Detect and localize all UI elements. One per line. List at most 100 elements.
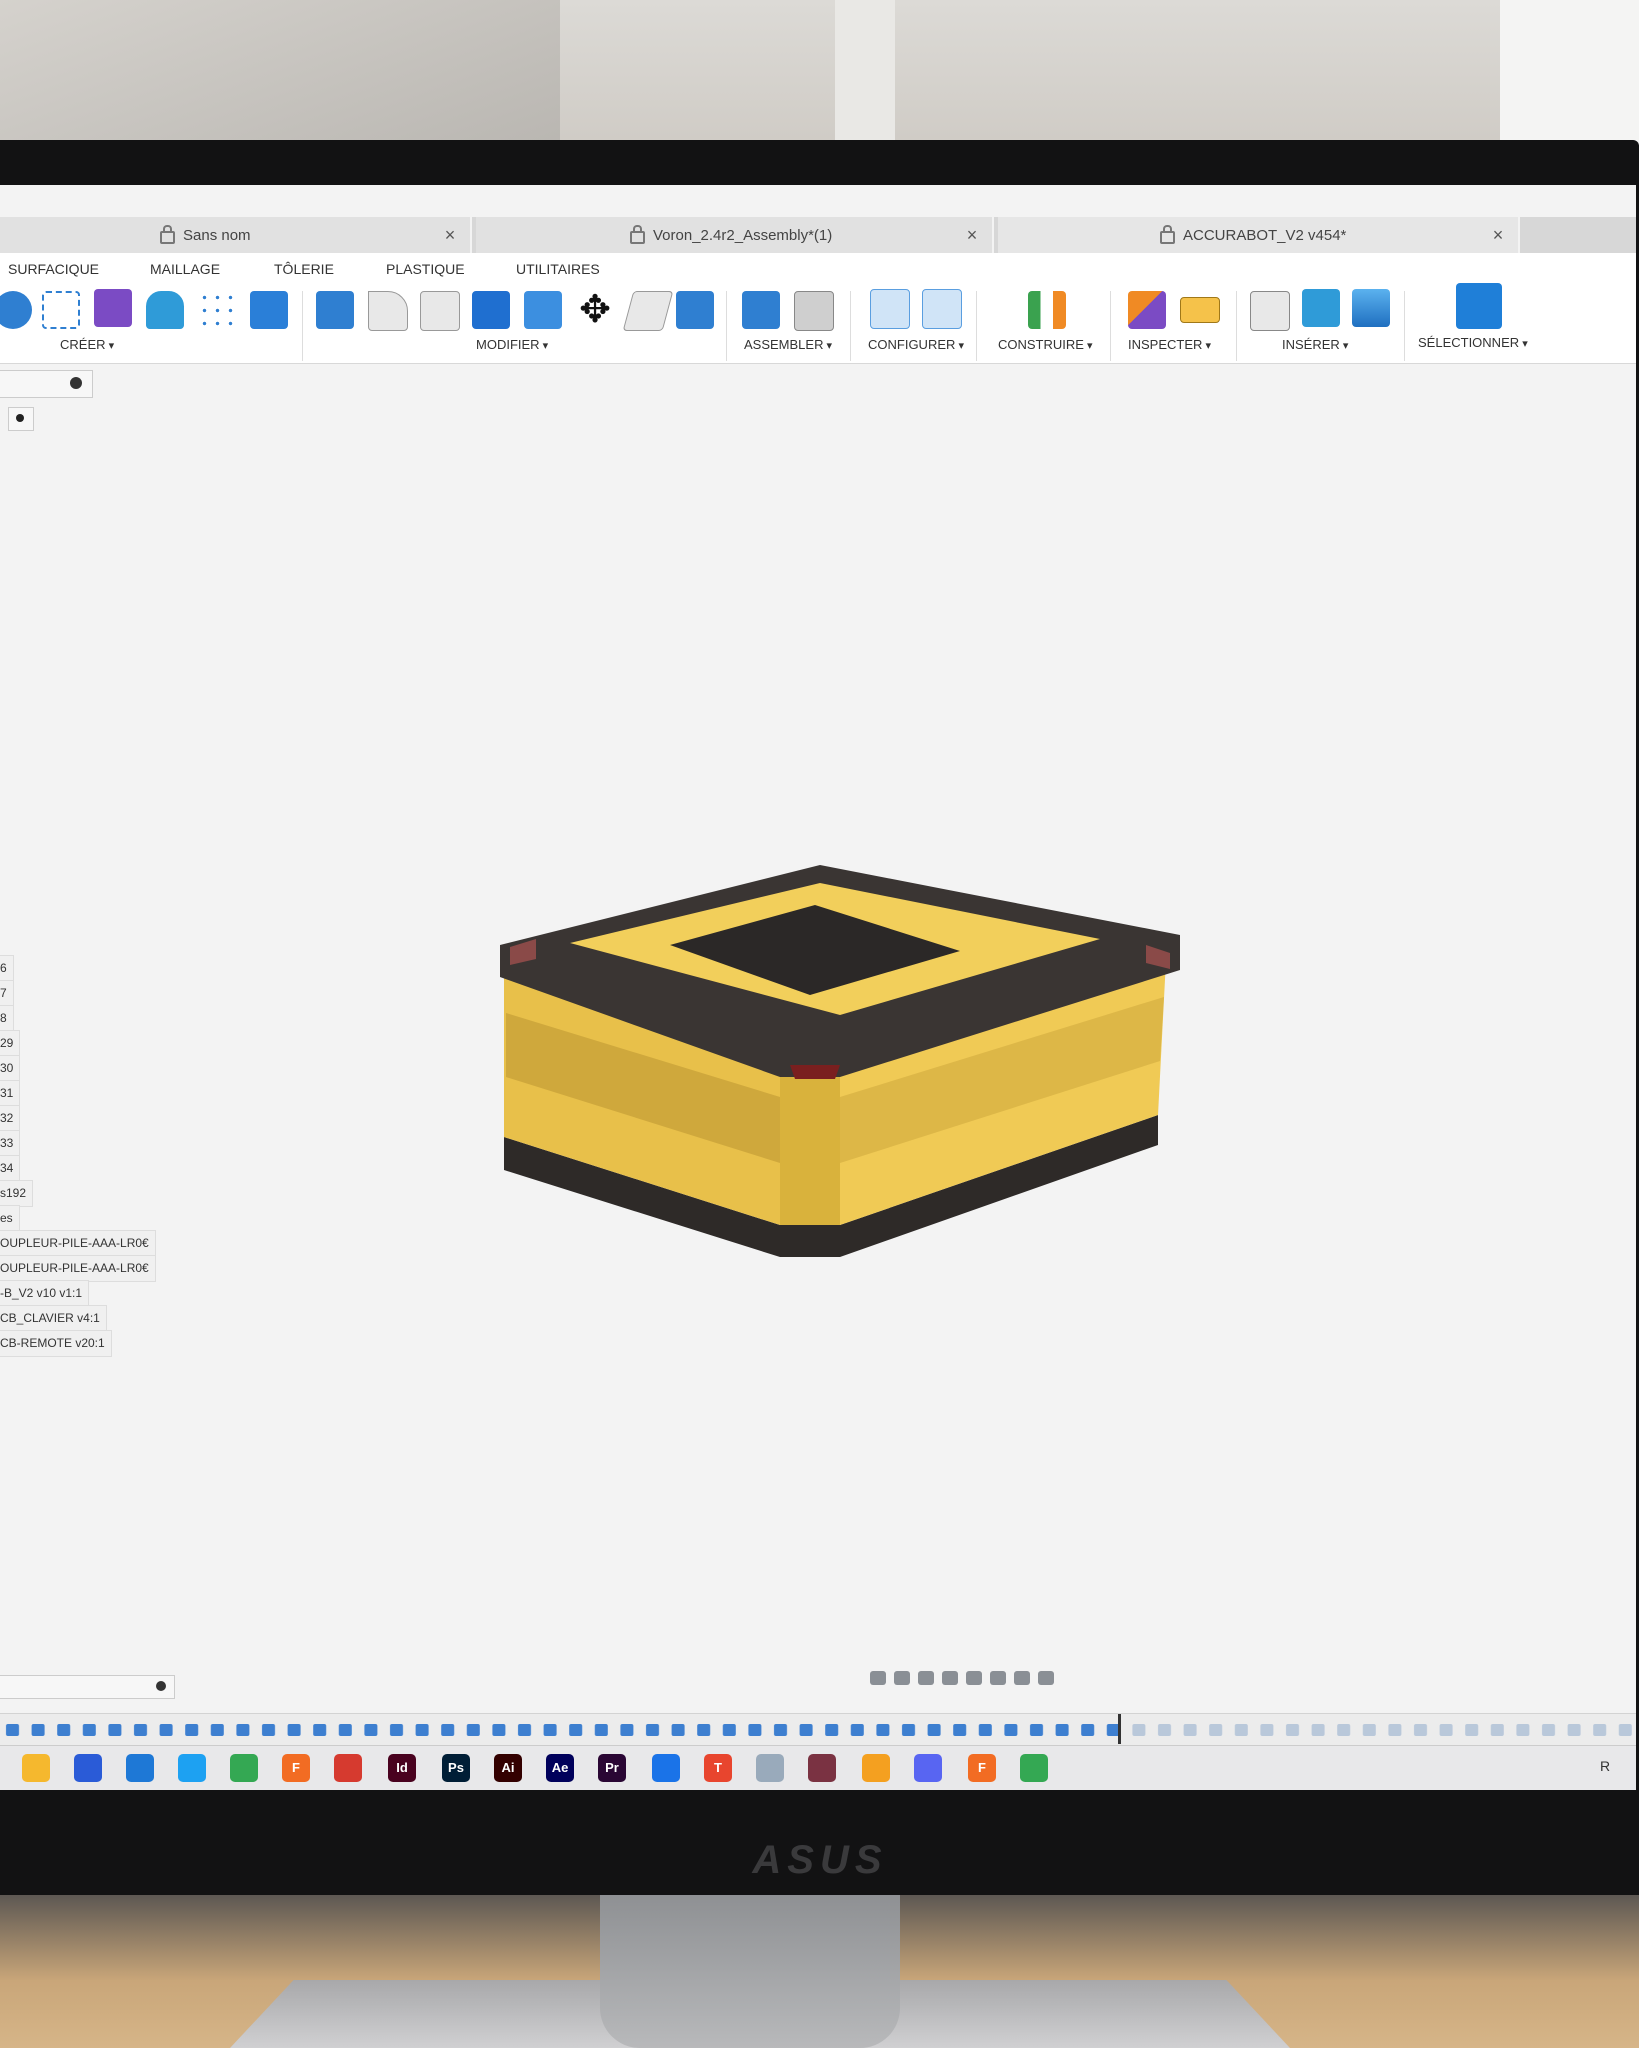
taskbar-app-15[interactable] — [808, 1754, 836, 1782]
tab-utilitaires[interactable]: UTILITAIRES — [516, 261, 600, 277]
tab-sans-nom[interactable]: Sans nom × — [0, 217, 472, 253]
scale-icon[interactable] — [622, 291, 674, 331]
model-viewport[interactable] — [490, 865, 1190, 1285]
pan-icon[interactable] — [918, 1671, 934, 1685]
tree-item[interactable]: 33 — [0, 1130, 180, 1157]
taskbar-app-16[interactable] — [862, 1754, 890, 1782]
taskbar-app-19[interactable] — [1020, 1754, 1048, 1782]
group-inspecter[interactable]: INSPECTER — [1128, 337, 1211, 352]
tree-item[interactable]: 7 — [0, 980, 180, 1007]
taskbar-app-14[interactable] — [756, 1754, 784, 1782]
taskbar-app-13[interactable]: T — [704, 1754, 732, 1782]
collapse-icon[interactable] — [70, 377, 82, 389]
tree-item[interactable]: -B_V2 v10 v1:1 — [0, 1280, 180, 1307]
timeline-marker[interactable] — [1118, 1714, 1121, 1744]
offset-face-icon[interactable] — [524, 291, 562, 329]
close-icon[interactable]: × — [962, 225, 982, 246]
look-at-icon[interactable] — [894, 1671, 910, 1685]
taskbar-app-11[interactable]: Pr — [598, 1754, 626, 1782]
timeline[interactable] — [0, 1713, 1636, 1746]
taskbar-app-4[interactable] — [230, 1754, 258, 1782]
tree-item[interactable]: 29 — [0, 1030, 180, 1057]
taskbar-app-1[interactable] — [74, 1754, 102, 1782]
taskbar-app-12[interactable] — [652, 1754, 680, 1782]
tab-accurabot[interactable]: ACCURABOT_V2 v454* × — [998, 217, 1520, 253]
tree-item[interactable]: 34 — [0, 1155, 180, 1182]
tree-item[interactable]: OUPLEUR-PILE-AAA-LR0€ — [0, 1255, 180, 1282]
tree-item[interactable]: es — [0, 1205, 180, 1232]
zoom-icon[interactable] — [942, 1671, 958, 1685]
taskbar-app-8[interactable]: Ps — [442, 1754, 470, 1782]
taskbar-app-6[interactable] — [334, 1754, 362, 1782]
shell-icon[interactable] — [420, 291, 460, 331]
press-pull-icon[interactable] — [316, 291, 354, 329]
taskbar-app-17[interactable] — [914, 1754, 942, 1782]
select-icon[interactable] — [1456, 283, 1502, 329]
close-icon[interactable]: × — [440, 225, 460, 246]
taskbar-app-0[interactable] — [22, 1754, 50, 1782]
fillet-icon[interactable] — [368, 291, 408, 331]
tree-item[interactable]: s192 — [0, 1180, 180, 1207]
tree-item[interactable]: CB-REMOTE v20:1 — [0, 1330, 180, 1357]
insert-mcmaster-icon[interactable] — [1302, 289, 1340, 327]
form-icon[interactable] — [94, 289, 132, 327]
group-inserer[interactable]: INSÉRER — [1282, 337, 1348, 352]
app-label — [652, 1754, 680, 1782]
taskbar-app-5[interactable]: F — [282, 1754, 310, 1782]
analysis-icon[interactable] — [1128, 291, 1166, 329]
taskbar-app-18[interactable]: F — [968, 1754, 996, 1782]
tab-surfacique[interactable]: SURFACIQUE — [8, 261, 99, 277]
group-selectionner[interactable]: SÉLECTIONNER — [1418, 335, 1528, 350]
insert-derive-icon[interactable] — [1250, 291, 1290, 331]
browser-header[interactable] — [0, 370, 93, 398]
sphere-icon[interactable] — [0, 291, 32, 329]
move-icon[interactable]: ✥ — [576, 291, 614, 329]
revolve-icon[interactable] — [146, 291, 184, 329]
joint-icon[interactable] — [794, 291, 834, 331]
group-construire[interactable]: CONSTRUIRE — [998, 337, 1093, 352]
app-label: Pr — [605, 1760, 619, 1775]
tree-item[interactable]: 6 — [0, 955, 180, 982]
tab-tolerie[interactable]: TÔLERIE — [274, 261, 334, 277]
group-assembler[interactable]: ASSEMBLER — [744, 337, 832, 352]
group-modifier[interactable]: MODIFIER — [476, 337, 548, 352]
combine-icon[interactable] — [472, 291, 510, 329]
display-settings-icon[interactable] — [990, 1671, 1006, 1685]
tree-item[interactable]: 31 — [0, 1080, 180, 1107]
comments-panel[interactable] — [0, 1675, 175, 1699]
group-creer[interactable]: CRÉER — [60, 337, 114, 352]
mirror-icon[interactable] — [250, 291, 288, 329]
tab-voron-assembly[interactable]: Voron_2.4r2_Assembly*(1) × — [476, 217, 994, 253]
measure-icon[interactable] — [1180, 297, 1220, 323]
offset-plane-icon[interactable] — [1028, 291, 1066, 329]
add-comment-icon[interactable] — [156, 1681, 166, 1691]
box-sketch-icon[interactable] — [42, 291, 80, 329]
grid-settings-icon[interactable] — [1014, 1671, 1030, 1685]
taskbar-app-10[interactable]: Ae — [546, 1754, 574, 1782]
tab-maillage[interactable]: MAILLAGE — [150, 261, 220, 277]
tree-item[interactable]: 30 — [0, 1055, 180, 1082]
taskbar-app-9[interactable]: Ai — [494, 1754, 522, 1782]
insert-canvas-icon[interactable] — [1352, 289, 1390, 327]
new-component-icon[interactable] — [742, 291, 780, 329]
configure-icon[interactable] — [870, 289, 910, 329]
taskbar-app-7[interactable]: Id — [388, 1754, 416, 1782]
zoom-window-icon[interactable] — [966, 1671, 982, 1685]
tree-item[interactable]: OUPLEUR-PILE-AAA-LR0€ — [0, 1230, 180, 1257]
taskbar-app-2[interactable] — [126, 1754, 154, 1782]
close-icon[interactable]: × — [1488, 225, 1508, 246]
tab-plastique[interactable]: PLASTIQUE — [386, 261, 465, 277]
screen: Sans nom × Voron_2.4r2_Assembly*(1) × AC… — [0, 185, 1636, 1790]
tree-item[interactable]: 8 — [0, 1005, 180, 1032]
configuration-table-icon[interactable] — [922, 289, 962, 329]
room-background — [0, 0, 1639, 150]
taskbar-app-3[interactable] — [178, 1754, 206, 1782]
viewports-icon[interactable] — [1038, 1671, 1054, 1685]
pattern-icon[interactable] — [198, 291, 236, 329]
orbit-icon[interactable] — [870, 1671, 886, 1685]
tree-item[interactable]: 32 — [0, 1105, 180, 1132]
replace-face-icon[interactable] — [676, 291, 714, 329]
tree-item[interactable]: CB_CLAVIER v4:1 — [0, 1305, 180, 1332]
radio-toggle[interactable] — [8, 407, 34, 431]
group-configurer[interactable]: CONFIGURER — [868, 337, 964, 352]
